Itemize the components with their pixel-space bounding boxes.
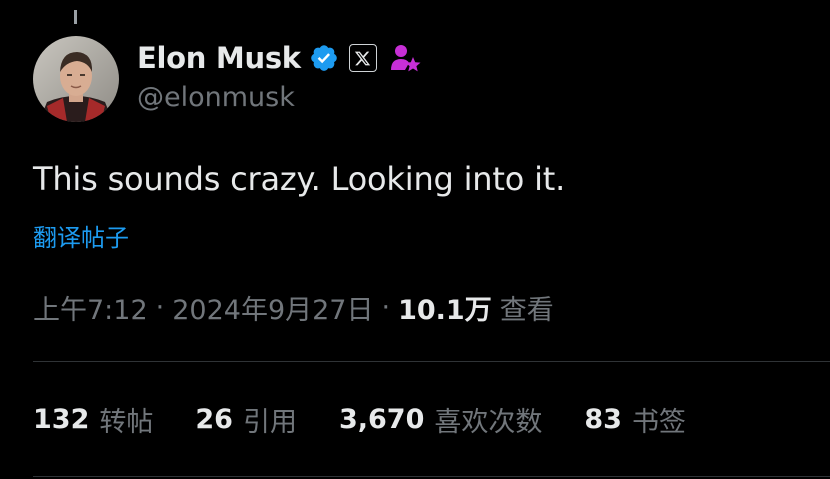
tweet-meta: 上午7:12 · 2024年9月27日 · 10.1万 查看 (33, 288, 554, 327)
stat-label: 转帖 (99, 407, 154, 438)
person-star-icon[interactable] (389, 42, 421, 74)
meta-separator: · (381, 292, 391, 323)
stat-count: 132 (33, 404, 90, 435)
stat-likes[interactable]: 3,670 喜欢次数 (339, 400, 542, 439)
author-display-name[interactable]: Elon Musk (137, 41, 301, 75)
stat-quotes[interactable]: 26 引用 (195, 400, 297, 439)
stat-reposts[interactable]: 132 转帖 (33, 400, 153, 439)
stat-label: 喜欢次数 (434, 407, 543, 438)
author-name-row: Elon Musk (137, 38, 421, 78)
stat-label: 引用 (242, 407, 297, 438)
thread-connector-line (74, 10, 77, 24)
translate-post-link[interactable]: 翻译帖子 (33, 218, 129, 253)
profile-photo (33, 36, 119, 122)
meta-separator: · (155, 292, 165, 323)
stat-count: 3,670 (338, 404, 425, 435)
tweet-date[interactable]: 2024年9月27日 (172, 288, 373, 327)
divider (33, 361, 830, 362)
stat-count: 83 (584, 404, 622, 435)
x-logo-icon[interactable] (348, 44, 377, 72)
author-handle[interactable]: @elonmusk (137, 82, 295, 113)
avatar[interactable] (33, 36, 119, 122)
verified-badge-icon[interactable] (309, 43, 339, 73)
stat-label: 书签 (631, 407, 686, 438)
divider (33, 476, 830, 477)
engagement-stats: 132 转帖 26 引用 3,670 喜欢次数 83 书签 (33, 400, 728, 439)
stat-bookmarks[interactable]: 83 书签 (584, 400, 686, 439)
views-label: 查看 (499, 295, 554, 326)
tweet-time[interactable]: 上午7:12 (33, 288, 148, 327)
stat-count: 26 (195, 404, 233, 435)
views-count[interactable]: 10.1万 (398, 288, 492, 327)
tweet-text: This sounds crazy. Looking into it. (33, 160, 566, 198)
